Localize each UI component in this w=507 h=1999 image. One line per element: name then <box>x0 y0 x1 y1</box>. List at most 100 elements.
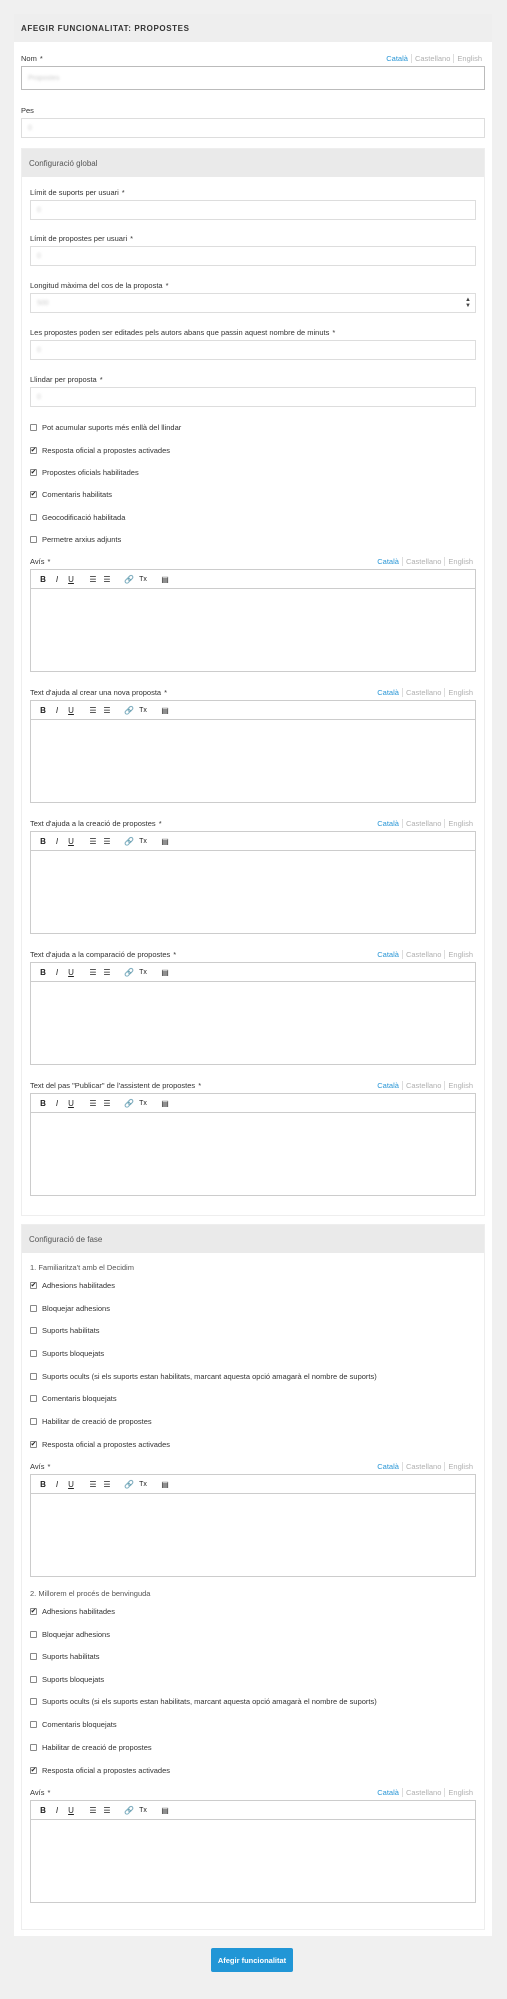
tab-castellano[interactable]: Castellano <box>401 949 444 959</box>
checkbox-checked-icon[interactable]: ✔ <box>30 490 37 498</box>
underline-icon[interactable]: U <box>65 1804 77 1816</box>
tab-english[interactable]: English <box>444 556 476 566</box>
rich-text-editor[interactable]: B I U ☰ ☰ 🔗 Tx ▤ <box>30 1474 476 1577</box>
tab-catala[interactable]: Català <box>374 688 402 697</box>
llindar-input[interactable]: 0 <box>30 387 476 407</box>
tab-catala[interactable]: Català <box>374 950 402 959</box>
bullet-list-icon[interactable]: ☰ <box>101 1804 113 1816</box>
bold-icon[interactable]: B <box>37 1478 49 1490</box>
underline-icon[interactable]: U <box>65 966 77 978</box>
editor-body[interactable] <box>31 1494 475 1576</box>
p2-check-supports-blocked[interactable]: Suports bloquejats <box>30 1673 104 1685</box>
rich-text-editor[interactable]: B I U ☰ ☰ 🔗 Tx ▤ <box>30 1093 476 1196</box>
italic-icon[interactable]: I <box>51 1804 63 1816</box>
checkbox-icon[interactable] <box>30 1326 37 1334</box>
checkbox-attachments[interactable]: Permetre arxius adjunts <box>30 533 121 545</box>
p1-check-official-answers[interactable]: ✔ Resposta oficial a propostes activades <box>30 1438 170 1450</box>
p1-check-supports-hidden[interactable]: Suports ocults (si els suports estan hab… <box>30 1370 377 1382</box>
p2-check-supports[interactable]: Suports habilitats <box>30 1650 100 1662</box>
tab-catala[interactable]: Català <box>374 1081 402 1090</box>
ordered-list-icon[interactable]: ☰ <box>87 704 99 716</box>
checkbox-icon[interactable] <box>30 1394 37 1402</box>
p2-check-creation[interactable]: Habilitar de creació de propostes <box>30 1741 152 1753</box>
checkbox-icon[interactable] <box>30 1675 37 1683</box>
checkbox-official-answers[interactable]: ✔ Resposta oficial a propostes activades <box>30 444 170 456</box>
clear-format-icon[interactable]: Tx <box>137 966 149 978</box>
checkbox-icon[interactable] <box>30 1697 37 1705</box>
checkbox-accumulate[interactable]: Pot acumular suports més enllà del llind… <box>30 421 181 433</box>
rich-text-editor[interactable]: B I U ☰ ☰ 🔗 Tx ▤ <box>30 700 476 803</box>
checkbox-icon[interactable] <box>30 535 37 543</box>
bold-icon[interactable]: B <box>37 573 49 585</box>
italic-icon[interactable]: I <box>51 573 63 585</box>
tab-catala[interactable]: Català <box>383 54 411 63</box>
clear-format-icon[interactable]: Tx <box>137 573 149 585</box>
editor-body[interactable] <box>31 720 475 802</box>
checkbox-icon[interactable] <box>30 1304 37 1312</box>
underline-icon[interactable]: U <box>65 704 77 716</box>
p1-check-adhesions[interactable]: ✔ Adhesions habilitades <box>30 1279 115 1291</box>
video-icon[interactable]: ▤ <box>159 1478 171 1490</box>
p2-check-supports-hidden[interactable]: Suports ocults (si els suports estan hab… <box>30 1695 377 1707</box>
tab-catala[interactable]: Català <box>374 1462 402 1471</box>
ordered-list-icon[interactable]: ☰ <box>87 1804 99 1816</box>
clear-format-icon[interactable]: Tx <box>137 704 149 716</box>
link-icon[interactable]: 🔗 <box>123 704 135 716</box>
checkbox-checked-icon[interactable]: ✔ <box>30 1281 37 1289</box>
video-icon[interactable]: ▤ <box>159 835 171 847</box>
underline-icon[interactable]: U <box>65 835 77 847</box>
checkbox-official-proposals[interactable]: ✔ Propostes oficials habilitades <box>30 466 139 478</box>
checkbox-checked-icon[interactable]: ✔ <box>30 446 37 454</box>
tab-castellano[interactable]: Castellano <box>401 687 444 697</box>
tab-catala[interactable]: Català <box>374 557 402 566</box>
editor-body[interactable] <box>31 1820 475 1902</box>
checkbox-checked-icon[interactable]: ✔ <box>30 1766 37 1774</box>
add-feature-button[interactable]: Afegir funcionalitat <box>211 1948 293 1972</box>
editor-body[interactable] <box>31 589 475 671</box>
ordered-list-icon[interactable]: ☰ <box>87 966 99 978</box>
rich-text-editor[interactable]: B I U ☰ ☰ 🔗 Tx ▤ <box>30 962 476 1065</box>
p2-check-block-adhesions[interactable]: Bloquejar adhesions <box>30 1628 110 1640</box>
underline-icon[interactable]: U <box>65 573 77 585</box>
tab-english[interactable]: English <box>444 949 476 959</box>
link-icon[interactable]: 🔗 <box>123 966 135 978</box>
checkbox-icon[interactable] <box>30 1630 37 1638</box>
bold-icon[interactable]: B <box>37 1097 49 1109</box>
link-icon[interactable]: 🔗 <box>123 573 135 585</box>
tab-english[interactable]: English <box>444 1787 476 1797</box>
video-icon[interactable]: ▤ <box>159 1097 171 1109</box>
checkbox-checked-icon[interactable]: ✔ <box>30 468 37 476</box>
italic-icon[interactable]: I <box>51 835 63 847</box>
video-icon[interactable]: ▤ <box>159 1804 171 1816</box>
checkbox-icon[interactable] <box>30 1652 37 1660</box>
p1-check-comments-blocked[interactable]: Comentaris bloquejats <box>30 1392 117 1404</box>
tab-english[interactable]: English <box>444 687 476 697</box>
tab-english[interactable]: English <box>444 1080 476 1090</box>
link-icon[interactable]: 🔗 <box>123 1478 135 1490</box>
checkbox-icon[interactable] <box>30 1720 37 1728</box>
tab-castellano[interactable]: Castellano <box>401 1080 444 1090</box>
checkbox-icon[interactable] <box>30 423 37 431</box>
bold-icon[interactable]: B <box>37 1804 49 1816</box>
tab-castellano[interactable]: Castellano <box>410 53 453 63</box>
link-icon[interactable]: 🔗 <box>123 835 135 847</box>
italic-icon[interactable]: I <box>51 1478 63 1490</box>
italic-icon[interactable]: I <box>51 1097 63 1109</box>
longitud-input[interactable]: 500 ▲ ▼ <box>30 293 476 313</box>
tab-english[interactable]: English <box>444 1461 476 1471</box>
bullet-list-icon[interactable]: ☰ <box>101 1478 113 1490</box>
tab-castellano[interactable]: Castellano <box>401 556 444 566</box>
p1-check-supports-blocked[interactable]: Suports bloquejats <box>30 1347 104 1359</box>
number-spinner-icon[interactable]: ▲ ▼ <box>465 297 471 309</box>
bold-icon[interactable]: B <box>37 704 49 716</box>
checkbox-comments[interactable]: ✔ Comentaris habilitats <box>30 488 112 500</box>
tab-english[interactable]: English <box>444 818 476 828</box>
checkbox-checked-icon[interactable]: ✔ <box>30 1607 37 1615</box>
italic-icon[interactable]: I <box>51 704 63 716</box>
rich-text-editor[interactable]: B I U ☰ ☰ 🔗 Tx ▤ <box>30 569 476 672</box>
tab-castellano[interactable]: Castellano <box>401 1461 444 1471</box>
p1-check-block-adhesions[interactable]: Bloquejar adhesions <box>30 1302 110 1314</box>
checkbox-icon[interactable] <box>30 513 37 521</box>
p2-check-adhesions[interactable]: ✔ Adhesions habilitades <box>30 1605 115 1617</box>
bold-icon[interactable]: B <box>37 835 49 847</box>
